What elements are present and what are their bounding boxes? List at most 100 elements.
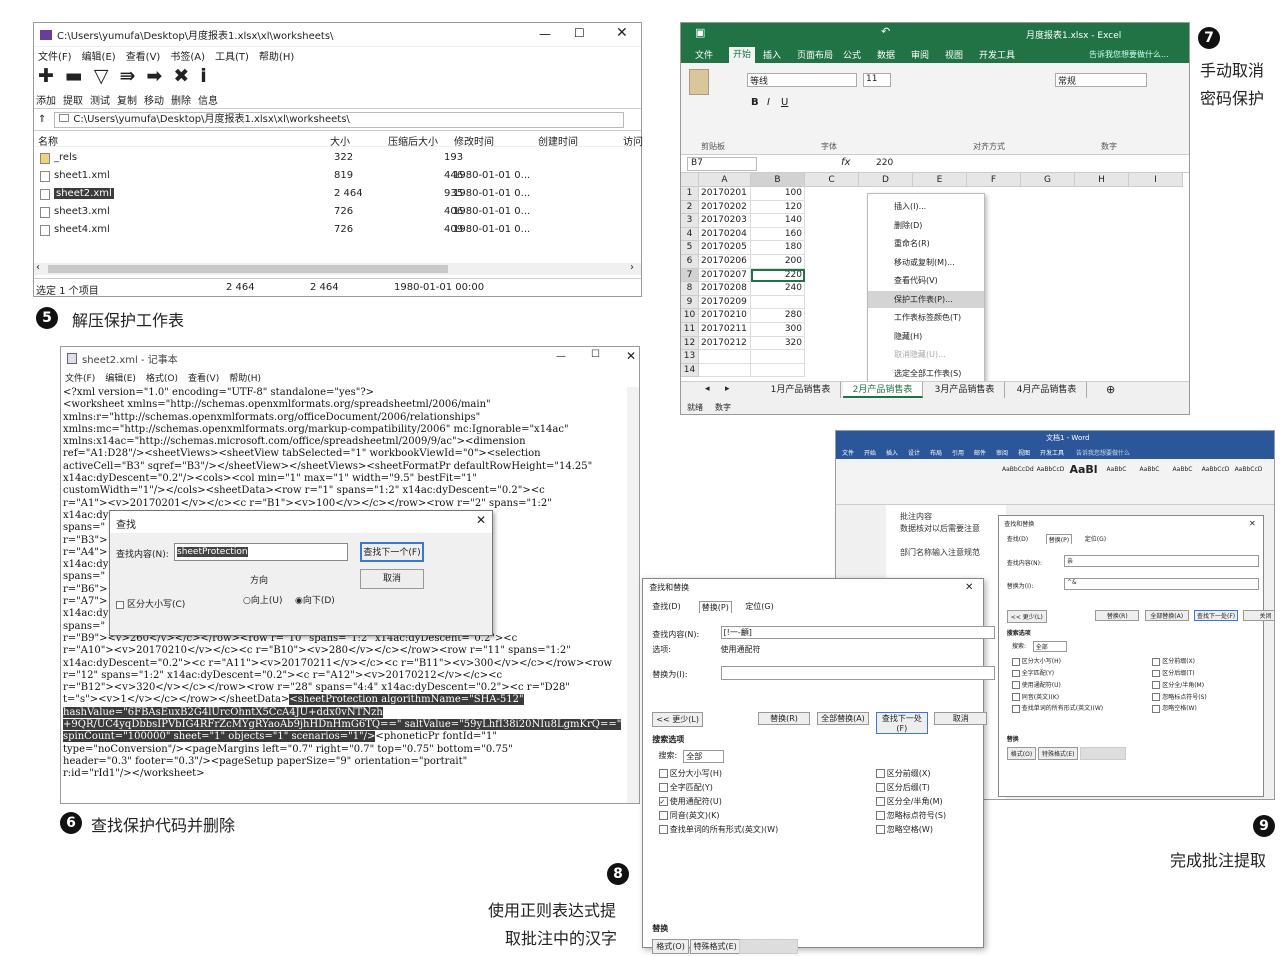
dialog-button[interactable]: 查找下一处(F) (1194, 609, 1239, 621)
ribbon-tab[interactable]: 数据 (877, 48, 895, 61)
format-button[interactable]: 格式(O) (652, 938, 689, 954)
save-icon[interactable]: ▣ (695, 26, 705, 39)
minimize-button[interactable]: — (556, 351, 566, 362)
cell-value[interactable]: 200 (751, 255, 805, 269)
ribbon-tab[interactable]: 布局 (930, 448, 942, 457)
cell-value[interactable]: 140 (751, 214, 805, 228)
undo-icon[interactable]: ↶ (881, 25, 890, 38)
cell-date[interactable]: 20170202 (699, 200, 751, 215)
file-row[interactable]: sheet4.xml 726 409 1980-01-01 0... (34, 222, 641, 239)
ribbon-tab[interactable]: 开发工具 (979, 48, 1015, 61)
column-header[interactable]: G (1021, 173, 1075, 187)
no-format-button[interactable]: 不限定格式(T) (1079, 747, 1126, 761)
toolbar-label[interactable]: 移动 (144, 92, 164, 107)
cell-date[interactable]: 20170209 (699, 295, 751, 310)
context-menu-item[interactable]: 重命名(R) (868, 235, 984, 252)
cancel-button[interactable]: 取消 (360, 569, 424, 589)
scroll-thumb[interactable] (48, 265, 448, 273)
search-scope-select[interactable]: 全部 (683, 749, 724, 763)
style-gallery-item[interactable]: AaBl (1068, 463, 1099, 485)
cell-date[interactable]: 20170203 (699, 214, 751, 228)
option-checkbox[interactable]: 忽略标点符号(S) (875, 810, 946, 821)
dialog-button[interactable]: 替换(R) (757, 712, 811, 726)
context-menu-item[interactable]: 保护工作表(P)... (868, 290, 984, 308)
column-header[interactable]: C (805, 173, 859, 187)
tell-me-input[interactable]: 告诉我您想要做什么... (1089, 49, 1169, 60)
sheet-tab[interactable]: 1月产品销售表 (761, 382, 841, 398)
underline-icon[interactable]: U (781, 97, 788, 108)
option-checkbox[interactable]: 同音(英文)(K) (1012, 692, 1059, 701)
file-row[interactable]: _rels 322 193 (34, 150, 641, 167)
menu-item[interactable]: 书签(A) (170, 48, 205, 63)
ribbon-tab[interactable]: 开始 (864, 448, 876, 457)
formula-input[interactable]: 220 (876, 158, 893, 168)
ribbon-tab[interactable]: 文件 (842, 448, 854, 457)
close-button[interactable]: ✕ (965, 582, 973, 593)
option-checkbox[interactable]: 区分大小写(H) (1012, 656, 1061, 666)
style-gallery-item[interactable]: AaBbCcD (1035, 463, 1066, 485)
row-header[interactable]: 12 (681, 336, 699, 351)
tell-me-input[interactable]: 告诉我您想要做什么 (1076, 448, 1130, 457)
cell-date[interactable] (699, 350, 751, 364)
less-button[interactable]: << 更少(L) (652, 712, 703, 728)
menu-item[interactable]: 文件(F) (65, 371, 95, 384)
option-checkbox[interactable]: 区分前缀(X) (1152, 656, 1195, 666)
direction-down-radio[interactable]: ◉向下(D) (295, 593, 335, 606)
cell-date[interactable]: 20170208 (699, 282, 751, 296)
dialog-button[interactable]: 关闭 (1243, 609, 1274, 621)
menu-item[interactable]: 文件(F) (38, 48, 72, 63)
option-checkbox[interactable]: 查找单词的所有形式(英文)(W) (658, 824, 778, 835)
vertical-scrollbar[interactable] (627, 387, 639, 803)
style-gallery-item[interactable]: AaBbCcDd (1002, 463, 1034, 485)
ribbon-tab[interactable]: 文件 (695, 48, 713, 61)
maximize-button[interactable]: ☐ (591, 349, 600, 360)
close-button[interactable]: ✕ (1249, 519, 1256, 528)
cell-value[interactable]: 280 (751, 309, 805, 323)
cell-date[interactable]: 20170204 (699, 227, 751, 242)
row-header[interactable]: 13 (681, 350, 699, 364)
replace-input[interactable]: ^& (1064, 578, 1259, 591)
select-all-corner[interactable] (681, 173, 699, 187)
no-format-button[interactable]: 不限定格式(T) (739, 938, 799, 954)
context-menu-item[interactable]: 查看代码(V) (868, 272, 984, 289)
style-gallery-item[interactable]: AaBbC (1134, 463, 1165, 485)
scroll-right-icon[interactable]: › (630, 262, 634, 273)
cell-value[interactable]: 120 (751, 200, 805, 215)
row-header[interactable]: 10 (681, 309, 699, 323)
column-header[interactable]: 访问 (623, 133, 643, 148)
number-format-select[interactable]: 常规 (1055, 73, 1147, 87)
row-header[interactable]: 11 (681, 323, 699, 337)
cell-date[interactable]: 20170205 (699, 241, 751, 255)
dialog-tab[interactable]: 定位(G) (1085, 534, 1106, 543)
menu-item[interactable]: 帮助(H) (229, 371, 261, 384)
cell-value[interactable]: 180 (751, 241, 805, 255)
context-menu-item[interactable]: 插入(I)... (868, 198, 984, 215)
name-box[interactable]: B7 (687, 157, 757, 171)
scroll-left-icon[interactable]: ‹ (36, 262, 40, 273)
up-folder-icon[interactable]: ⇑ (38, 114, 46, 125)
menu-item[interactable]: 帮助(H) (259, 48, 294, 63)
cell-value[interactable]: 300 (751, 323, 805, 337)
menu-item[interactable]: 查看(V) (126, 48, 161, 63)
menu-item[interactable]: 格式(O) (146, 371, 178, 384)
column-header[interactable]: F (967, 173, 1021, 187)
special-button[interactable]: 特殊格式(E) (1038, 747, 1079, 761)
column-header[interactable]: I (1129, 173, 1183, 187)
copy-icon[interactable]: ⇛ (120, 65, 136, 87)
cell-value[interactable]: 160 (751, 227, 805, 242)
column-header[interactable]: 大小 (330, 133, 350, 148)
option-checkbox[interactable]: 忽略空格(W) (1152, 703, 1197, 713)
sheet-tab[interactable]: 4月产品销售表 (1007, 382, 1087, 398)
row-header[interactable]: 7 (681, 268, 699, 283)
format-button[interactable]: 格式(O) (1006, 747, 1037, 761)
cell-value[interactable]: 220 (751, 268, 805, 283)
direction-up-radio[interactable]: ○向上(U) (243, 593, 282, 606)
toolbar-label[interactable]: 提取 (63, 92, 83, 107)
cell-value[interactable] (751, 295, 805, 310)
ribbon-tab[interactable]: 引用 (952, 448, 964, 457)
option-checkbox[interactable]: 区分后缀(T) (875, 782, 930, 793)
find-input[interactable]: 亲 (1064, 555, 1259, 567)
cell-value[interactable]: 320 (751, 336, 805, 351)
dialog-button[interactable]: 取消 (934, 712, 988, 726)
minimize-button[interactable]: — (539, 27, 551, 41)
